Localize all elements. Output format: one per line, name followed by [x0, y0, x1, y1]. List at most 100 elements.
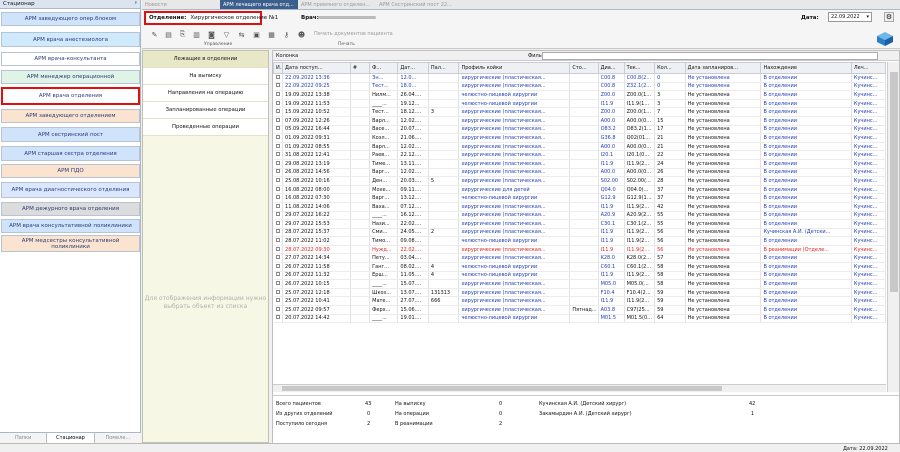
- nav-item-surgery-referrals[interactable]: Направления на операцию: [143, 85, 268, 102]
- table-row[interactable]: 28.07.2022 11:02 Тимо... 09.08.... челюстно…: [273, 236, 886, 246]
- table-row[interactable]: 26.08.2022 14:56 Варг... 12.02.... хирургич…: [273, 168, 886, 178]
- row-checkbox[interactable]: [273, 296, 284, 307]
- patient-card-icon[interactable]: ◙: [207, 30, 216, 39]
- transfer-icon[interactable]: ⇆: [237, 30, 246, 39]
- arm-item[interactable]: АРМ ПДО: [1, 164, 140, 178]
- arm-item[interactable]: АРМ заведующего опер.блоком: [1, 12, 140, 26]
- row-checkbox[interactable]: [273, 219, 284, 229]
- pin-icon[interactable]: ᵖ: [135, 1, 137, 7]
- arm-item[interactable]: АРМ врача диагностического отделения: [1, 182, 140, 198]
- table-row[interactable]: 15.09.2022 10:52 Тест... 18.12.... 3 хирурги…: [273, 107, 886, 117]
- row-checkbox[interactable]: [273, 133, 284, 143]
- arm-item[interactable]: АРМ врача-консультанта: [1, 52, 140, 66]
- print-patient-documents-button[interactable]: Печать документов пациента: [314, 31, 393, 37]
- row-checkbox[interactable]: [273, 90, 284, 100]
- table-row[interactable]: 25.08.2022 10:16 Ден... 20.03.... 5 хирургич…: [273, 176, 886, 186]
- column-header[interactable]: И...: [273, 62, 284, 74]
- column-header[interactable]: Дата запланиров...: [684, 62, 762, 74]
- arm-item[interactable]: АРМ заведующего отделением: [1, 109, 140, 123]
- tab-arm-admission[interactable]: АРМ приемного отделен...: [298, 0, 376, 9]
- row-checkbox[interactable]: [273, 150, 284, 160]
- arm-item[interactable]: АРМ врача анестезиолога: [1, 32, 140, 47]
- row-checkbox[interactable]: [273, 185, 284, 195]
- table-row[interactable]: 28.07.2022 09:30 Нужд... 22.02.... хирургич…: [273, 245, 886, 255]
- row-checkbox[interactable]: [273, 116, 284, 126]
- row-checkbox[interactable]: [273, 288, 284, 298]
- arm-item[interactable]: АРМ старшая сестра отделения: [1, 146, 140, 161]
- table-row[interactable]: 26.07.2022 10:15 ____... 15.07.... хирургич…: [273, 279, 886, 289]
- department-selector[interactable]: Отделение: Хирургическое отделение №1: [144, 11, 278, 25]
- vertical-scrollbar[interactable]: [887, 62, 899, 392]
- arm-item[interactable]: АРМ сестринский пост: [1, 127, 140, 142]
- nav-item-discharge[interactable]: На выписку: [143, 68, 268, 85]
- table-row[interactable]: 25.07.2022 09:57 Ферх... 15.06.... хирургич…: [273, 305, 886, 315]
- table-row[interactable]: 05.09.2022 16:44 Васе... 20.07.... хирургич…: [273, 125, 886, 135]
- tab-arm-attending-doctor[interactable]: АРМ лечащего врача отд...: [220, 0, 298, 9]
- column-header[interactable]: Пал...: [427, 62, 460, 74]
- arm-item[interactable]: АРМ медсестры консультативной поликлиник…: [1, 235, 140, 252]
- row-checkbox[interactable]: [273, 228, 284, 238]
- tab-arm-nurse-post[interactable]: АРМ Сестринский пост 22...: [376, 0, 454, 9]
- table-row[interactable]: 25.07.2022 12:18 Шкоз... 13.07.... 131313 хи…: [273, 288, 886, 298]
- document-icon[interactable]: ▦: [267, 30, 276, 39]
- chevron-down-icon[interactable]: ▾: [866, 14, 869, 20]
- nav-item-planned-surgeries[interactable]: Запланированные операции: [143, 102, 268, 119]
- row-checkbox[interactable]: [273, 193, 284, 203]
- row-checkbox[interactable]: [273, 305, 284, 315]
- user-key-icon[interactable]: ⚷: [282, 30, 291, 39]
- table-row[interactable]: 16.08.2022 07:30 Варг... 13.12.... челюстно…: [273, 193, 886, 203]
- table-row[interactable]: 26.07.2022 11:58 Ганг... 08.02.... 4 челюстн…: [273, 262, 886, 272]
- horizontal-scrollbar[interactable]: [273, 384, 886, 392]
- row-checkbox[interactable]: [273, 245, 284, 255]
- column-header[interactable]: Ф...: [369, 62, 399, 74]
- row-checkbox[interactable]: [273, 107, 284, 117]
- row-checkbox[interactable]: [273, 73, 284, 83]
- column-header[interactable]: #: [349, 62, 371, 74]
- table-row[interactable]: 31.08.2022 12:41 Раев... 22.12.... хирургич…: [273, 150, 886, 160]
- column-header[interactable]: Леч...: [850, 62, 886, 74]
- table-row[interactable]: 28.07.2022 15:37 Сми... 24.05.... 2 хирургич…: [273, 228, 886, 238]
- column-header[interactable]: Кол...: [654, 62, 686, 74]
- table-row[interactable]: 20.07.2022 14:42 ____... 19.01.... челюстно…: [273, 314, 886, 324]
- arm-item[interactable]: АРМ врача консультативной поликлиники: [1, 219, 140, 233]
- table-row[interactable]: 29.07.2022 16:22 ____... 16.12.... хирургич…: [273, 211, 886, 221]
- nav-item-inpatients[interactable]: Лежащие в отделении: [143, 51, 268, 68]
- table-row[interactable]: 01.09.2022 08:55 Варл... 12.02.... хирургич…: [273, 142, 886, 152]
- column-header[interactable]: Нахождение: [760, 62, 852, 74]
- row-checkbox[interactable]: [273, 82, 284, 92]
- tab-news[interactable]: Новости: [142, 0, 220, 9]
- discharge-icon[interactable]: ⎘: [178, 30, 187, 39]
- column-header[interactable]: Дат...: [397, 62, 429, 74]
- table-row[interactable]: 19.09.2022 13:38 Нилм... 26.04.... челюстно…: [273, 90, 886, 100]
- row-checkbox[interactable]: [273, 202, 284, 212]
- tab-folders[interactable]: Папки: [0, 433, 46, 443]
- row-checkbox[interactable]: [273, 176, 284, 186]
- document-list-icon[interactable]: ▤: [164, 30, 173, 39]
- arm-item[interactable]: АРМ менеджер операционной: [1, 70, 140, 84]
- table-row[interactable]: 25.07.2022 10:41 Мате... 27.07.... 666 хирур…: [273, 296, 886, 307]
- row-checkbox[interactable]: [273, 211, 284, 221]
- row-checkbox[interactable]: [273, 159, 284, 169]
- row-checkbox[interactable]: [273, 253, 284, 264]
- column-header[interactable]: Тек...: [623, 62, 656, 74]
- row-checkbox[interactable]: [273, 279, 284, 289]
- table-row[interactable]: 01.09.2022 09:31 Козл... 21.06.... хирургич…: [273, 133, 886, 143]
- table-row[interactable]: 22.09.2022 09:25 Тест... 18.0... хирургичес…: [273, 82, 886, 92]
- row-checkbox[interactable]: [273, 99, 284, 109]
- edit-document-icon[interactable]: ✎: [150, 30, 159, 39]
- nav-item-completed-surgeries[interactable]: Проведенные операции: [143, 119, 268, 136]
- gear-icon[interactable]: ⚙: [884, 12, 894, 22]
- arm-item[interactable]: АРМ врача отделения: [1, 87, 140, 105]
- table-row[interactable]: 29.08.2022 13:19 Тиме... 13.11.... хирургич…: [273, 159, 886, 169]
- row-checkbox[interactable]: [273, 142, 284, 152]
- print-list-icon[interactable]: ▥: [192, 30, 201, 39]
- filter-icon[interactable]: ▽: [222, 30, 231, 39]
- user-group-icon[interactable]: ☻: [297, 30, 306, 39]
- tab-pomele[interactable]: Помеле...: [95, 433, 141, 443]
- table-row[interactable]: 16.08.2022 08:00 Мохе... 09.11.... хирургич…: [273, 185, 886, 195]
- clipboard-icon[interactable]: ▣: [252, 30, 261, 39]
- row-checkbox[interactable]: [273, 271, 284, 281]
- table-row[interactable]: 26.07.2022 11:32 Ерш... 11.05.... 4 челюстно…: [273, 271, 886, 281]
- table-row[interactable]: 22.09.2022 13:36 Зн... 12.0... хирургически…: [273, 73, 886, 83]
- column-header[interactable]: Диа...: [597, 62, 625, 74]
